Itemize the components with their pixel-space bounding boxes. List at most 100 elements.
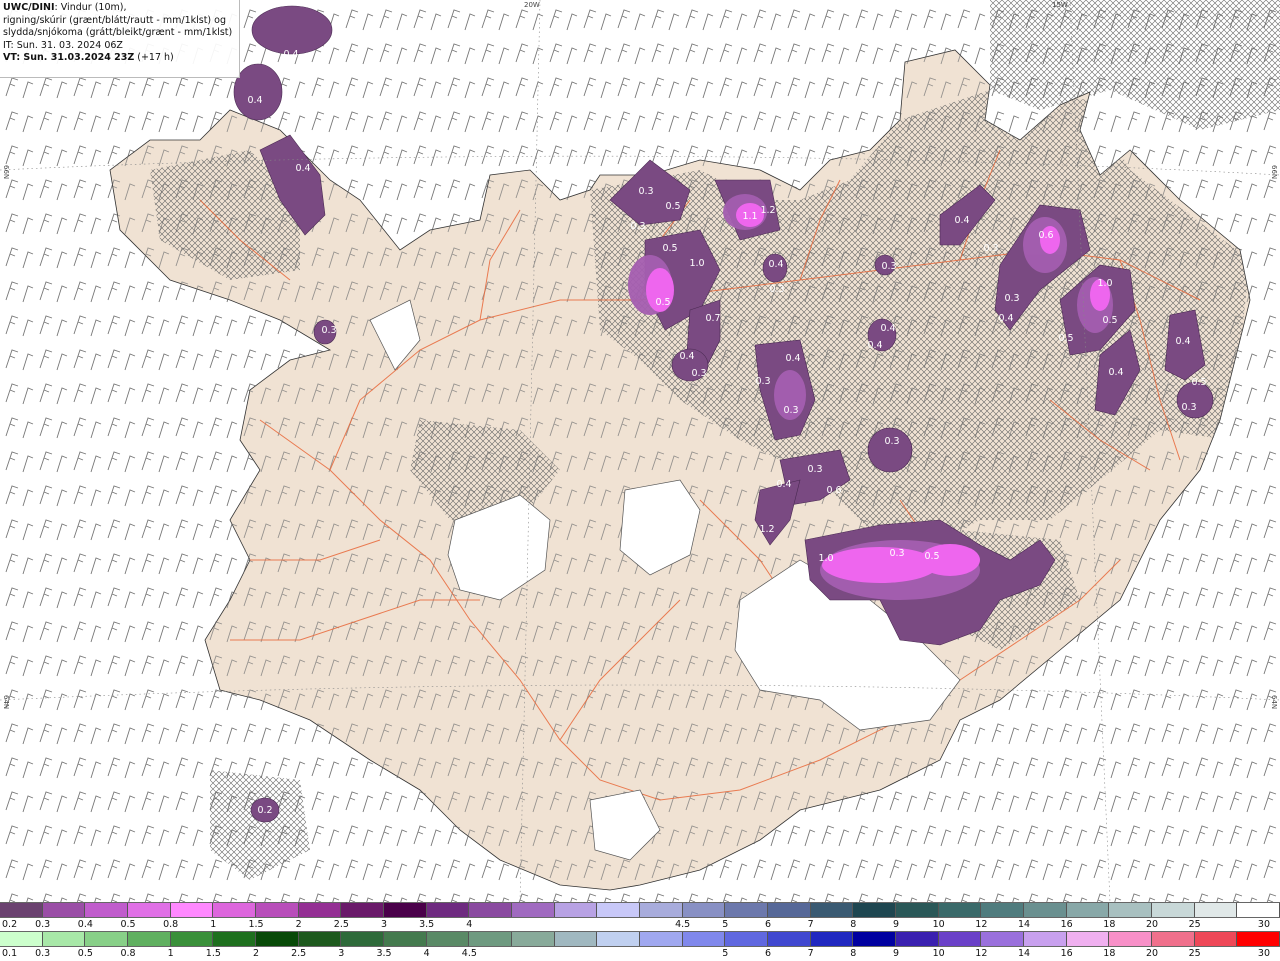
map-canvas: 0.4 0.4 0.4 0.3 0.3 0.5 0.3 1.1 1.2 0.5 1.0 0.5 0.7 0… [0,0,1280,902]
model-name: UWC/DINI [3,2,55,13]
legend-rain-swatch-10 [384,932,427,946]
legend-sleet-swatch-6 [213,903,257,917]
legend-rain-swatch-20 [810,932,854,946]
legend-rain-swatch-1 [0,932,43,946]
legend-rain-tick-label: 0.5 [77,948,93,959]
legend-rain-swatch-11 [426,932,470,946]
legend-sleet-tick-label: 1.5 [248,919,264,930]
lead-time: (+17 h) [137,52,174,63]
legend-rain-tick-label: 30 [1257,948,1270,959]
title-line2: rigning/skúrir (grænt/blátt/rautt - mm/1… [3,14,226,26]
legend-rain-swatch-8 [298,932,342,946]
precip-value-label-18: 0.3 [881,261,896,272]
title-line3: slydda/snjókoma (grátt/bleikt/grænt - mm… [3,27,233,38]
issue-time: IT: Sun. 31. 03. 2024 06Z [3,39,123,51]
legend-sleet-tick-label: 6 [764,919,772,930]
legend-rain-ticks: 0.1 0.3 0.5 0.8 1 1.5 2 2.5 3 3.5 4 4.5 5 6 7 8 9 10 12 14 1… [0,947,1280,961]
map-title-box: UWC/DINI: Vindur (10m), rigning/skúrir (… [0,0,240,78]
legend-sleet-swatch-16 [640,903,683,917]
legend-rain-tick-label: 25 [1188,948,1201,959]
legend-sleet-swatch-18 [725,903,769,917]
legend-rain-tick-label: 0.8 [120,948,136,959]
precip-value-label-41: 1.0 [818,553,833,564]
legend-rain-swatch-30 [1237,932,1280,946]
legend-rain-swatch-26 [1066,932,1110,946]
legend-sleet-swatch-9 [341,903,385,917]
precip-value-label-42: 0.3 [889,548,904,559]
legend-sleet-tick-label: 0.5 [120,919,136,930]
legend-sleet-swatch-27 [1109,903,1153,917]
legend-sleet-swatch-29 [1194,903,1238,917]
precip-value-label-43: 0.5 [924,551,939,562]
legend-sleet-tick-label: 14 [1017,919,1031,930]
precip-value-label-23: 0.4 [785,353,800,364]
lon-label-15w: 15W [1052,1,1068,9]
legend-sleet-swatch-23 [938,903,982,917]
legend-sleet-swatch-26 [1066,903,1110,917]
legend-sleet-swatch-13 [512,903,555,917]
legend-sleet-tick-label: 16 [1060,919,1073,930]
precip-value-label-19: 0.4 [954,215,969,226]
legend-sleet-swatch-21 [853,903,897,917]
precip-value-label-8: 1.1 [742,211,757,222]
precip-value-label-29: 0.3 [783,405,798,416]
legend-rain-tick-label: 9 [892,948,900,959]
legend-rain: 0.1 0.3 0.5 0.8 1 1.5 2 2.5 3 3.5 4 4.5 5 6 7 8 9 10 12 14 1… [0,931,1280,959]
legend-sleet-swatch-30 [1237,903,1280,917]
precip-value-label-38: 0.4 [776,479,791,490]
legend-rain-tick-label: 0.1 [2,948,18,959]
legend-rain-swatch-27 [1109,932,1153,946]
precip-value-label-30: 0.5 [1102,315,1117,326]
legend-sleet-tick-label: 20 [1145,919,1159,930]
legend-sleet-tick-label: 3.5 [419,919,435,930]
precip-value-label-44: 0.2 [257,805,272,816]
legend-sleet-swatch-11 [426,903,470,917]
legend-sleet-tick-label: 5 [722,919,729,930]
precip-value-label-3: 0.4 [295,163,310,174]
precip-value-label-32: 0.4 [1175,336,1190,347]
legend-rain-swatch-18 [725,932,769,946]
precip-value-label-21: 0.4 [880,323,895,334]
legend-rain-swatch-3 [85,932,129,946]
precip-value-label-10: 0.5 [662,243,677,254]
legend-rain-tick-label: 3.5 [376,948,392,959]
legend-sleet-tick-label: 3 [380,919,388,930]
lon-label-20w: 20W [524,1,540,9]
legend-sleet-swatch-20 [810,903,854,917]
legend-sleet-tick-label: 1 [210,919,217,930]
legend-sleet-snow-ticks: 0.2 0.3 0.4 0.5 0.8 1 1.5 2 2.5 3 3.5 4 4.5 5 6 7 8 9 10 12… [0,918,1280,932]
precip-value-label-22: 0.4 [867,340,882,351]
legend-sleet-swatch-24 [981,903,1025,917]
legend-sleet-swatch-7 [256,903,299,917]
legend-rain-swatch-12 [469,932,513,946]
legend-sleet-tick-label: 2.5 [333,919,349,930]
legend-sleet-tick-label: 0.4 [77,919,93,930]
legend-rain-tick-label: 1.5 [205,948,221,959]
legend-rain-tick-label: 20 [1145,948,1159,959]
precip-value-label-1: 0.4 [283,49,298,60]
legend-sleet-swatch-3 [85,903,129,917]
legend-sleet-swatch-5 [170,903,214,917]
legend-sleet-swatch-12 [469,903,513,917]
legend-rain-tick-label: 2 [252,948,260,959]
legend-rain-tick-label: 2.5 [291,948,307,959]
legend-sleet-swatch-15 [597,903,641,917]
legend-rain-tick-label: 12 [975,948,988,959]
legend-rain-swatch-13 [512,932,555,946]
legend-sleet-swatch-28 [1152,903,1195,917]
forecast-map[interactable]: 0.4 0.4 0.4 0.3 0.3 0.5 0.3 1.1 1.2 0.5 1.0 0.5 0.7 0… [0,0,1280,902]
precip-value-label-31: 0.5 [1058,333,1073,344]
precip-value-label-17: 0.3 [769,284,784,295]
precip-value-label-13: 0.7 [705,313,720,324]
legend-rain-swatch-4 [128,932,171,946]
legend-rain-swatch-21 [853,932,897,946]
precip-value-label-40: 1.2 [759,524,774,535]
lat-label-64n-left: 64N [2,695,10,710]
precip-value-label-14: 0.4 [679,351,694,362]
legend-rain-tick-label: 4.5 [461,948,477,959]
legend-sleet-snow: 0.2 0.3 0.4 0.5 0.8 1 1.5 2 2.5 3 3.5 4 4.5 5 6 7 8 9 10 12… [0,902,1280,930]
legend-sleet-tick-label: 30 [1257,919,1270,930]
lat-label-64n-right: 64N [1270,695,1278,710]
legend-sleet-tick-label: 18 [1103,919,1116,930]
precip-value-label-4: 0.3 [321,325,336,336]
